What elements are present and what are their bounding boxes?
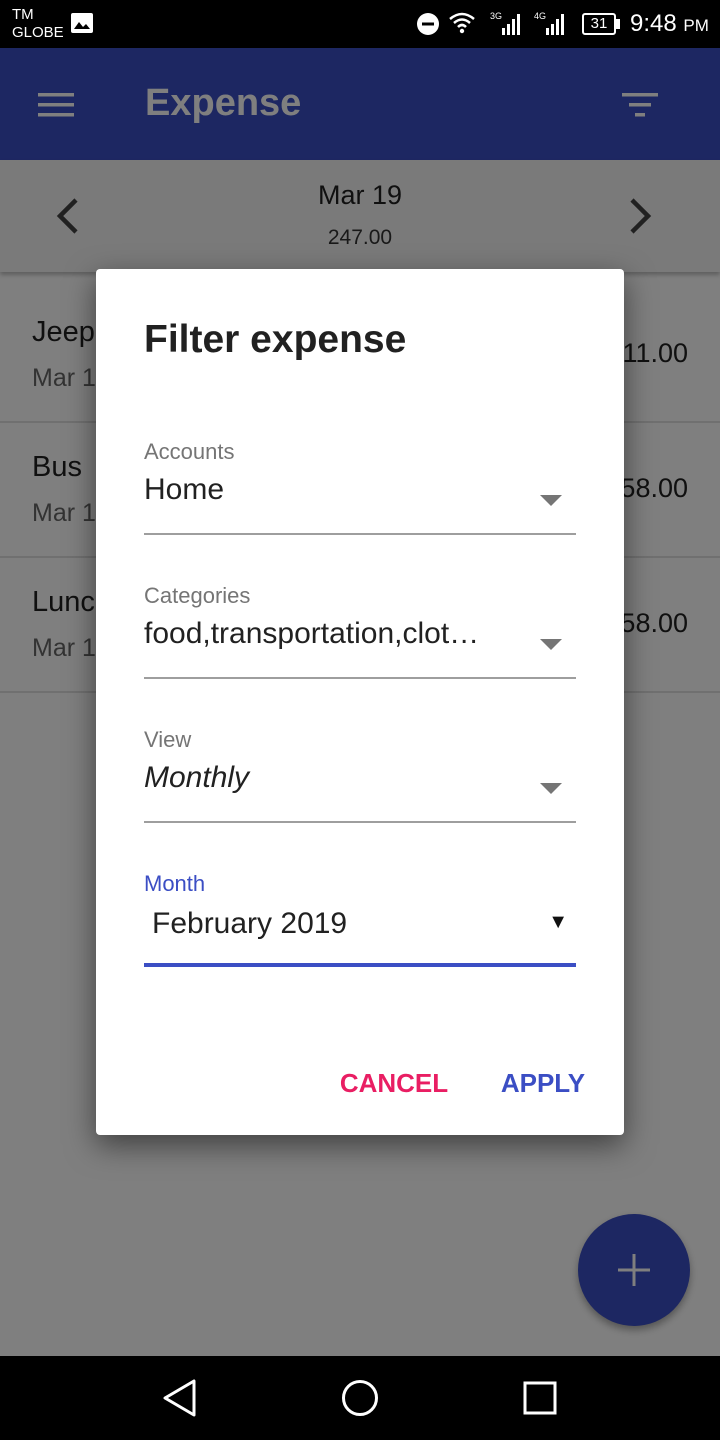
status-bar: TM GLOBE 3G 4G 31 9:48 PM xyxy=(0,0,720,48)
field-underline-focused xyxy=(144,963,576,967)
month-select[interactable]: Month February 2019 ▼ xyxy=(144,871,576,971)
accounts-dropdown[interactable]: Accounts Home xyxy=(144,439,576,539)
clock: 9:48 PM xyxy=(630,10,709,40)
dropdown-arrow-icon xyxy=(540,639,562,650)
field-underline xyxy=(144,533,576,535)
gallery-notification-icon xyxy=(71,13,93,33)
clock-ampm: PM xyxy=(683,16,709,35)
accounts-label: Accounts xyxy=(144,439,235,464)
month-label: Month xyxy=(144,871,206,896)
apply-button[interactable]: APPLY xyxy=(492,1059,594,1107)
field-underline xyxy=(144,677,576,679)
carrier-line-2: GLOBE xyxy=(12,24,64,41)
home-icon[interactable] xyxy=(340,1378,380,1418)
view-value: Monthly xyxy=(144,761,250,794)
filter-dialog: Filter expense Accounts Home Categories … xyxy=(96,269,624,1135)
select-arrow-icon: ▼ xyxy=(548,911,568,933)
dropdown-arrow-icon xyxy=(540,783,562,794)
cell-signal-3g-icon: 3G xyxy=(490,11,520,35)
back-icon[interactable] xyxy=(160,1378,200,1418)
network-type-4g: 4G xyxy=(534,11,546,21)
categories-dropdown[interactable]: Categories food,transportation,clot… xyxy=(144,583,576,683)
system-nav-bar xyxy=(0,1356,720,1440)
field-underline xyxy=(144,821,576,823)
battery-level: 31 xyxy=(582,13,616,35)
battery-icon: 31 xyxy=(582,13,620,35)
carrier-label: TM GLOBE xyxy=(12,6,64,42)
cancel-button[interactable]: CANCEL xyxy=(328,1059,460,1107)
categories-value: food,transportation,clot… xyxy=(144,617,480,650)
clock-time: 9:48 xyxy=(630,10,677,37)
view-dropdown[interactable]: View Monthly xyxy=(144,727,576,827)
dropdown-arrow-icon xyxy=(540,495,562,506)
recents-icon[interactable] xyxy=(522,1380,558,1416)
battery-tip xyxy=(616,19,620,29)
carrier-line-1: TM xyxy=(12,6,34,23)
month-value: February 2019 xyxy=(152,907,348,940)
categories-label: Categories xyxy=(144,583,251,608)
accounts-value: Home xyxy=(144,473,225,506)
do-not-disturb-icon xyxy=(417,13,439,35)
wifi-icon xyxy=(449,12,475,34)
network-type-3g: 3G xyxy=(490,11,502,21)
dialog-title: Filter expense xyxy=(144,318,407,361)
cell-signal-4g-icon: 4G xyxy=(534,11,564,35)
view-label: View xyxy=(144,727,192,752)
